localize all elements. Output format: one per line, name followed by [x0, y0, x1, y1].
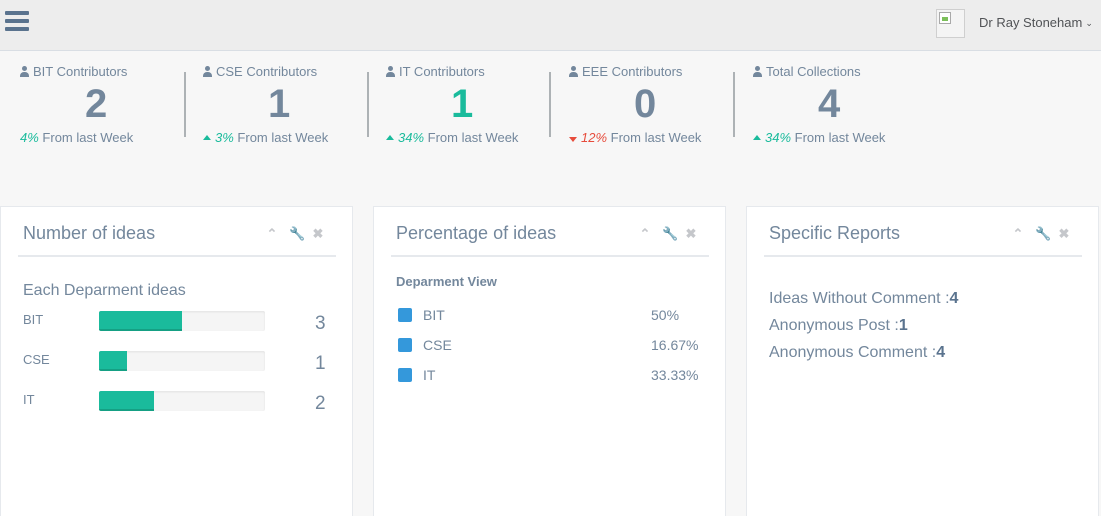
- arrow-up-icon: [386, 135, 394, 140]
- legend-label: BIT: [423, 307, 445, 323]
- legend-swatch: [398, 308, 412, 322]
- tile-divider: [184, 72, 186, 137]
- arrow-up-icon: [753, 135, 761, 140]
- panel-toolbox: ⌃ 🔧 ✖: [265, 227, 325, 243]
- bar-label: CSE: [23, 352, 50, 367]
- tile-label: Total Collections: [753, 64, 861, 79]
- tile-count: 2: [85, 82, 108, 126]
- tile-change: 3% From last Week: [203, 130, 328, 145]
- wrench-icon[interactable]: 🔧: [1035, 227, 1051, 241]
- user-icon: [203, 66, 212, 77]
- panel-toolbox: ⌃ 🔧 ✖: [638, 227, 698, 243]
- user-menu-toggle[interactable]: Dr Ray Stoneham ⌄: [979, 15, 1093, 30]
- bar-label: BIT: [23, 312, 44, 327]
- report-row: Anonymous Comment :4: [769, 344, 946, 361]
- progress-fill: [99, 391, 154, 411]
- report-value: 1: [898, 317, 908, 334]
- legend-swatch: [398, 368, 412, 382]
- user-icon: [386, 66, 395, 77]
- collapse-icon[interactable]: ⌃: [638, 227, 652, 241]
- progress-fill: [99, 311, 182, 331]
- bar-row: CSE 1: [23, 348, 333, 374]
- panel-subtitle: Deparment View: [396, 274, 497, 289]
- panel-title: Specific Reports: [769, 223, 901, 243]
- legend-percent: 16.67%: [651, 337, 699, 353]
- tile-label: IT Contributors: [386, 64, 485, 79]
- bar-value: 2: [315, 393, 326, 414]
- tile-count: 1: [451, 82, 474, 126]
- collapse-icon[interactable]: ⌃: [265, 227, 279, 241]
- legend-percent: 33.33%: [651, 367, 699, 383]
- panel-divider: [18, 255, 336, 257]
- panel-number-of-ideas: Number of ideas ⌃ 🔧 ✖ Each Deparment ide…: [0, 206, 353, 516]
- chevron-down-icon: ⌄: [1085, 18, 1093, 28]
- stat-tiles: BIT Contributors 2 4% From last Week CSE…: [0, 52, 1101, 172]
- panel-specific-reports: Specific Reports ⌃ 🔧 ✖ Ideas Without Com…: [746, 206, 1099, 516]
- report-value: 4: [949, 290, 959, 307]
- legend-swatch: [398, 338, 412, 352]
- user-icon: [753, 66, 762, 77]
- top-navbar: Dr Ray Stoneham ⌄: [0, 0, 1101, 51]
- legend-row: BIT 50%: [398, 306, 708, 324]
- tile-change: 12% From last Week: [569, 130, 701, 145]
- report-row: Anonymous Post :1: [769, 317, 908, 334]
- legend-label: IT: [423, 367, 436, 383]
- panel-subtitle: Each Deparment ideas: [23, 282, 186, 299]
- tile-divider: [549, 72, 551, 137]
- tile-divider: [367, 72, 369, 137]
- legend-percent: 50%: [651, 307, 680, 323]
- tile-label: BIT Contributors: [20, 64, 127, 79]
- panel-title: Percentage of ideas: [396, 223, 557, 243]
- wrench-icon[interactable]: 🔧: [662, 227, 678, 241]
- legend-row: IT 33.33%: [398, 366, 708, 384]
- tile-count: 0: [634, 82, 657, 126]
- tile-label: EEE Contributors: [569, 64, 682, 79]
- bar-label: IT: [23, 392, 35, 407]
- tile-change: 4% From last Week: [20, 130, 134, 145]
- tile-count: 4: [818, 82, 841, 126]
- arrow-down-icon: [569, 137, 577, 142]
- panel-divider: [764, 255, 1082, 257]
- close-icon[interactable]: ✖: [311, 227, 325, 241]
- bar-value: 1: [315, 353, 326, 374]
- tile-divider: [733, 72, 735, 137]
- panel-percentage-of-ideas: Percentage of ideas ⌃ 🔧 ✖ Deparment View…: [373, 206, 726, 516]
- broken-image-icon: [939, 12, 951, 24]
- bar-value: 3: [315, 313, 326, 334]
- user-icon: [569, 66, 578, 77]
- legend-label: CSE: [423, 337, 452, 353]
- user-name: Dr Ray Stoneham: [979, 15, 1083, 30]
- legend-row: CSE 16.67%: [398, 336, 708, 354]
- close-icon[interactable]: ✖: [1057, 227, 1071, 241]
- collapse-icon[interactable]: ⌃: [1011, 227, 1025, 241]
- report-row: Ideas Without Comment :4: [769, 290, 959, 307]
- progress-track: [99, 311, 265, 331]
- close-icon[interactable]: ✖: [684, 227, 698, 241]
- wrench-icon[interactable]: 🔧: [289, 227, 305, 241]
- progress-track: [99, 391, 265, 411]
- progress-track: [99, 351, 265, 371]
- bar-row: IT 2: [23, 388, 333, 414]
- avatar[interactable]: [936, 9, 965, 38]
- tile-change: 34% From last Week: [386, 130, 518, 145]
- tile-label: CSE Contributors: [203, 64, 317, 79]
- arrow-up-icon: [203, 135, 211, 140]
- panel-toolbox: ⌃ 🔧 ✖: [1011, 227, 1071, 243]
- hamburger-menu-icon[interactable]: [5, 11, 29, 33]
- progress-fill: [99, 351, 128, 371]
- report-value: 4: [936, 344, 946, 361]
- user-icon: [20, 66, 29, 77]
- tile-change: 34% From last Week: [753, 130, 885, 145]
- panel-divider: [391, 255, 709, 257]
- bar-row: BIT 3: [23, 308, 333, 334]
- tile-count: 1: [268, 82, 291, 126]
- panel-title: Number of ideas: [23, 223, 156, 243]
